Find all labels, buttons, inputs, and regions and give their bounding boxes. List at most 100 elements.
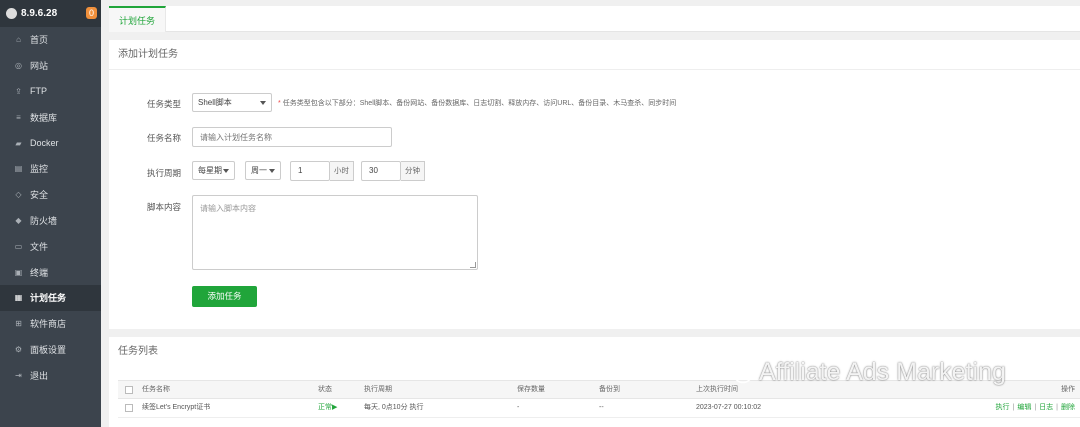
panel-logo-icon: [6, 8, 17, 19]
firewall-icon: ◆: [15, 215, 22, 225]
task-type-select[interactable]: Shell脚本: [192, 93, 272, 112]
col-name: 任务名称: [142, 386, 170, 393]
row-checkbox[interactable]: [125, 404, 133, 412]
sidebar-item[interactable]: ▭ 文件: [0, 233, 101, 259]
logout-icon: ⇥: [15, 370, 22, 380]
col-status: 状态: [318, 386, 332, 393]
resize-handle-icon[interactable]: [470, 262, 476, 268]
edit-link[interactable]: 编辑: [1017, 404, 1031, 411]
script-placeholder: 请输入脚本内容: [200, 204, 256, 213]
col-cycle: 执行周期: [364, 386, 392, 393]
tab-cron[interactable]: 计划任务: [109, 6, 166, 32]
task-name: 续签Let's Encrypt证书: [142, 404, 211, 411]
sidebar-item[interactable]: ▤ 监控: [0, 156, 101, 182]
log-link[interactable]: 日志: [1039, 404, 1053, 411]
wechat-icon: [725, 362, 752, 383]
gear-icon: ⚙: [14, 344, 23, 354]
sidebar-item[interactable]: ⚙ 面板设置: [0, 337, 101, 363]
script-label: 脚本内容: [146, 202, 181, 212]
watermark-text: Affiliate Ads Marketing: [759, 358, 1006, 386]
sidebar-item[interactable]: ▣ 终端: [0, 259, 101, 285]
sidebar: 8.9.6.28 0 ⌂ 首页 ◎ 网站 ⇪ FTP ≡ 数据库 ▰ Docker ▤ 监控 ◇ 安全 ◆ 防…: [0, 0, 101, 427]
docker-icon: ▰: [15, 138, 22, 148]
task-type-label: 任务类型: [146, 99, 181, 109]
sidebar-item[interactable]: ▰ Docker: [0, 130, 101, 156]
globe-icon: ◎: [15, 61, 22, 71]
minute-input[interactable]: 30: [361, 161, 401, 181]
notification-badge[interactable]: 0: [86, 7, 97, 19]
store-icon: ⊞: [15, 319, 22, 329]
row-actions: 执行 | 编辑 | 日志 | 删除: [996, 399, 1075, 417]
col-ops: 操作: [1061, 386, 1075, 393]
sidebar-item-label: FTP: [30, 86, 47, 97]
sidebar-header: 8.9.6.28 0: [0, 0, 101, 27]
weekday-value: 周一: [251, 166, 267, 175]
task-type-hint: * 任务类型包含以下部分：Shell脚本、备份网站、备份数据库、日志切割、释放内存…: [278, 98, 676, 108]
folder-icon: ▭: [14, 241, 23, 251]
task-name-input[interactable]: [192, 127, 392, 147]
sidebar-item-label: 退出: [30, 370, 49, 381]
required-star: *: [278, 100, 281, 107]
tab-bar: 计划任务: [109, 6, 1080, 32]
separator: |: [1012, 404, 1015, 411]
chevron-down-icon: [260, 101, 266, 105]
hour-unit: 小时: [330, 161, 354, 181]
separator: |: [1034, 404, 1037, 411]
sidebar-item[interactable]: ◎ 网站: [0, 53, 101, 79]
cycle-select[interactable]: 每星期: [192, 161, 235, 180]
sidebar-item[interactable]: ⊞ 软件商店: [0, 311, 101, 337]
delete-link[interactable]: 删除: [1061, 404, 1075, 411]
sidebar-item[interactable]: ≡ 数据库: [0, 104, 101, 130]
sidebar-item-label: 数据库: [30, 112, 58, 123]
monitor-icon: ▤: [14, 164, 23, 174]
panel-version: 8.9.6.28: [21, 8, 58, 19]
sidebar-item-label: 文件: [30, 241, 49, 252]
sidebar-item-label: 首页: [30, 35, 49, 46]
add-task-panel: 添加计划任务 任务类型 Shell脚本 * 任务类型包含以下部分：Shell脚本、…: [109, 40, 1080, 329]
task-keep: -: [517, 404, 520, 411]
task-backup: --: [599, 404, 604, 411]
select-all-checkbox[interactable]: [125, 386, 133, 394]
sidebar-item-label: 终端: [30, 267, 49, 278]
sidebar-item-label: 防火墙: [30, 215, 58, 226]
ftp-icon: ⇪: [15, 86, 22, 96]
task-type-value: Shell脚本: [198, 98, 232, 107]
script-textarea[interactable]: 请输入脚本内容: [192, 195, 478, 270]
sidebar-item-label: 网站: [30, 61, 49, 72]
separator: |: [1056, 404, 1058, 411]
sidebar-item[interactable]: ⇪ FTP: [0, 79, 101, 105]
sidebar-item[interactable]: ▦ 计划任务: [0, 284, 101, 311]
sidebar-item-label: 监控: [30, 164, 49, 175]
status-badge[interactable]: 正常▶: [318, 399, 337, 417]
chevron-down-icon: [269, 169, 275, 173]
sidebar-menu: ⌂ 首页 ◎ 网站 ⇪ FTP ≡ 数据库 ▰ Docker ▤ 监控 ◇ 安全 ◆ 防火墙 ▭ 文件 ▣ 终端 ▦ 计划…: [0, 27, 101, 388]
task-cycle: 每天, 0点10分 执行: [364, 404, 424, 411]
cycle-label: 执行周期: [146, 168, 181, 178]
col-keep: 保存数量: [517, 386, 545, 393]
sidebar-item-label: 软件商店: [30, 319, 67, 330]
sidebar-item[interactable]: ⇥ 退出: [0, 362, 101, 388]
weekday-select[interactable]: 周一: [245, 161, 281, 180]
task-last-run: 2023-07-27 00:10:02: [696, 404, 761, 411]
chevron-down-icon: [223, 169, 229, 173]
hour-input[interactable]: 1: [290, 161, 330, 181]
sidebar-item[interactable]: ◆ 防火墙: [0, 208, 101, 234]
task-name-label: 任务名称: [146, 133, 181, 143]
table-row: 续签Let's Encrypt证书 正常▶ 每天, 0点10分 执行 - -- …: [118, 399, 1080, 418]
home-icon: ⌂: [16, 35, 21, 45]
col-backup: 备份到: [599, 386, 620, 393]
minute-unit: 分钟: [401, 161, 425, 181]
cron-icon: ▦: [14, 293, 23, 303]
panel-title: 添加计划任务: [109, 40, 1080, 70]
sidebar-item[interactable]: ◇ 安全: [0, 182, 101, 208]
terminal-icon: ▣: [14, 267, 23, 277]
shield-icon: ◇: [15, 190, 22, 200]
cycle-value: 每星期: [198, 166, 222, 175]
watermark: Affiliate Ads Marketing: [725, 358, 1006, 387]
add-task-button[interactable]: 添加任务: [192, 286, 257, 307]
database-icon: ≡: [16, 112, 21, 122]
run-link[interactable]: 执行: [996, 404, 1010, 411]
sidebar-item-label: 面板设置: [30, 344, 67, 355]
sidebar-item-label: 计划任务: [30, 293, 67, 304]
sidebar-item[interactable]: ⌂ 首页: [0, 27, 101, 53]
